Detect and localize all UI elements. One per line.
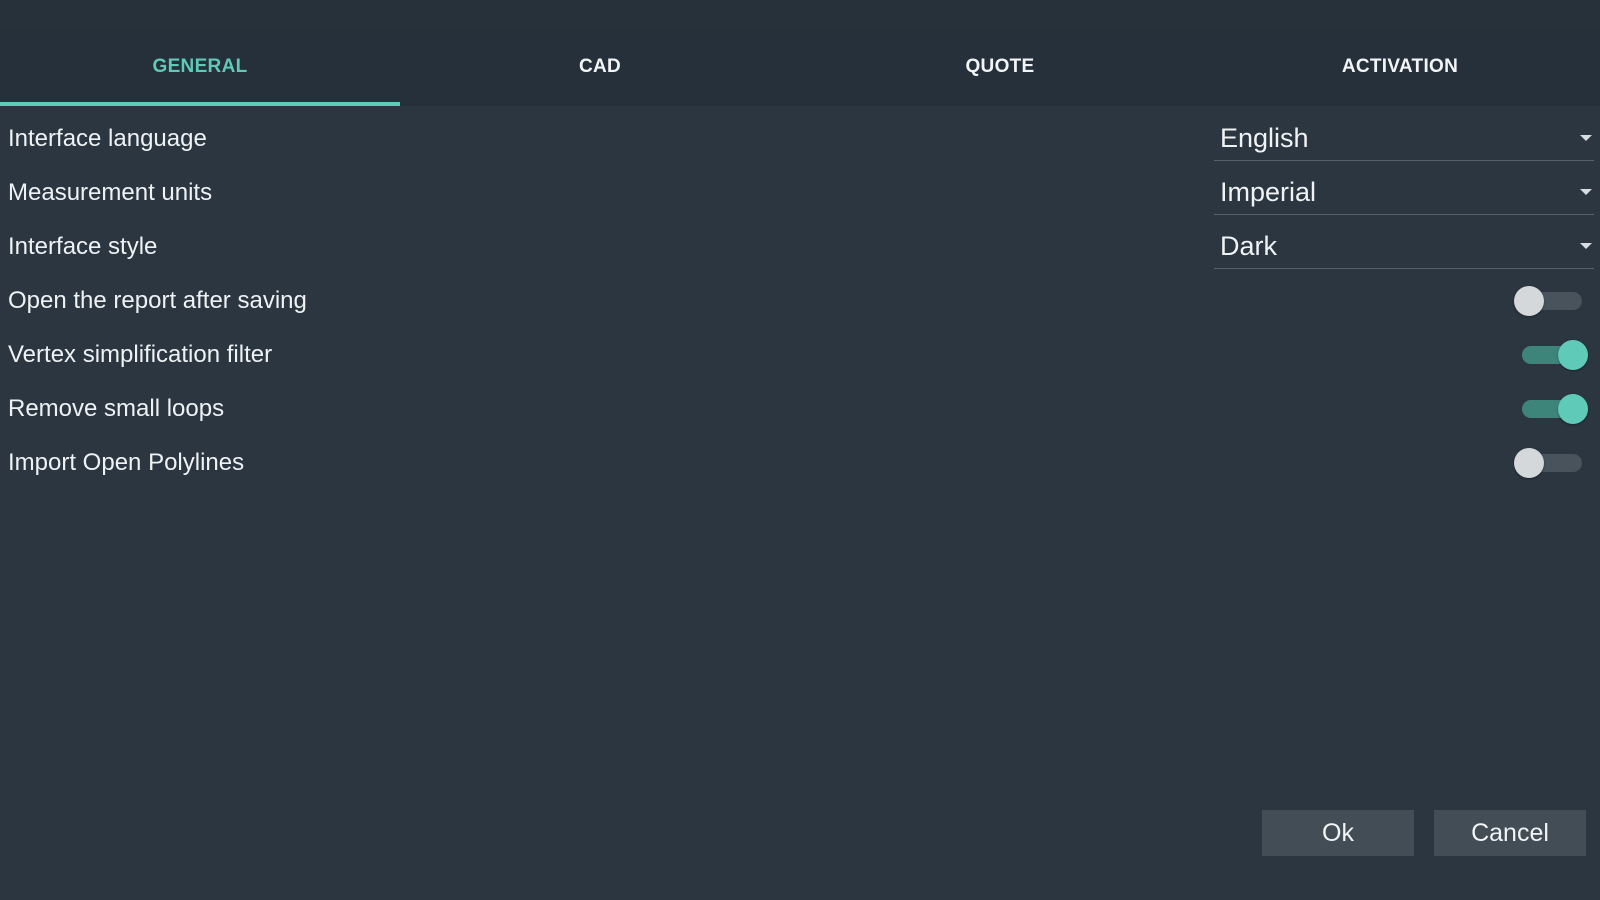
setting-row-measurement-units: Measurement units Imperial <box>0 166 1600 220</box>
remove-loops-label: Remove small loops <box>8 395 225 422</box>
chevron-down-icon <box>1580 189 1592 195</box>
chevron-down-icon <box>1580 135 1592 141</box>
setting-row-remove-loops: Remove small loops <box>0 382 1600 436</box>
open-report-label: Open the report after saving <box>8 287 307 314</box>
settings-dialog: GENERAL CAD QUOTE ACTIVATION Interface l… <box>0 0 1600 900</box>
measurement-units-select[interactable]: Imperial <box>1214 170 1594 215</box>
open-report-toggle[interactable] <box>1512 286 1592 316</box>
vertex-filter-toggle[interactable] <box>1512 340 1592 370</box>
setting-row-open-report: Open the report after saving <box>0 274 1600 328</box>
interface-language-select[interactable]: English <box>1214 116 1594 161</box>
title-band <box>0 0 1600 28</box>
setting-row-vertex-filter: Vertex simplification filter <box>0 328 1600 382</box>
interface-style-label: Interface style <box>8 233 158 260</box>
tab-general[interactable]: GENERAL <box>0 28 400 106</box>
ok-button[interactable]: Ok <box>1262 810 1414 856</box>
vertex-filter-label: Vertex simplification filter <box>8 341 273 368</box>
measurement-units-label: Measurement units <box>8 179 213 206</box>
toggle-knob <box>1514 286 1544 316</box>
import-polylines-toggle[interactable] <box>1512 448 1592 478</box>
import-polylines-label: Import Open Polylines <box>8 449 245 476</box>
toggle-knob <box>1558 340 1588 370</box>
interface-style-value: Dark <box>1220 230 1278 261</box>
cancel-button[interactable]: Cancel <box>1434 810 1586 856</box>
tab-quote[interactable]: QUOTE <box>800 28 1200 106</box>
toggle-knob <box>1514 448 1544 478</box>
tab-bar: GENERAL CAD QUOTE ACTIVATION <box>0 28 1600 106</box>
interface-language-value: English <box>1220 122 1309 153</box>
setting-row-interface-style: Interface style Dark <box>0 220 1600 274</box>
setting-row-import-polylines: Import Open Polylines <box>0 436 1600 490</box>
interface-language-label: Interface language <box>8 125 207 152</box>
settings-list: Interface language English Measurement u… <box>0 112 1600 490</box>
toggle-knob <box>1558 394 1588 424</box>
tab-cad[interactable]: CAD <box>400 28 800 106</box>
measurement-units-value: Imperial <box>1220 176 1317 207</box>
setting-row-interface-language: Interface language English <box>0 112 1600 166</box>
chevron-down-icon <box>1580 243 1592 249</box>
tab-activation[interactable]: ACTIVATION <box>1200 28 1600 106</box>
interface-style-select[interactable]: Dark <box>1214 224 1594 269</box>
remove-loops-toggle[interactable] <box>1512 394 1592 424</box>
